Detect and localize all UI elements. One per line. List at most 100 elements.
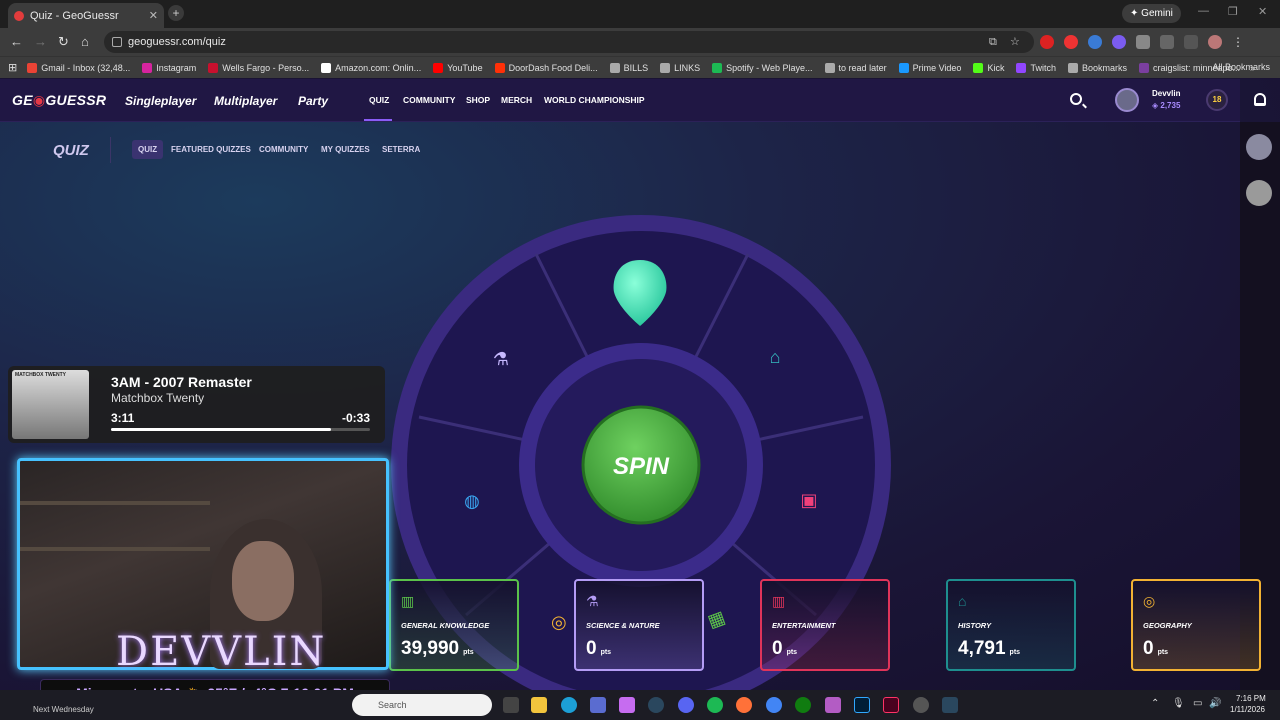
category-card-history[interactable]: ⌂ HISTORY 4,791 pts bbox=[946, 579, 1076, 671]
category-card-entertainment[interactable]: ▥ ENTERTAINMENT 0 pts bbox=[760, 579, 890, 671]
store-icon[interactable] bbox=[590, 697, 606, 713]
subnav-my-quizzes[interactable]: MY QUIZZES bbox=[321, 145, 370, 154]
forward-icon[interactable]: → bbox=[34, 34, 47, 49]
extension-icon[interactable] bbox=[1040, 35, 1054, 49]
bookmark-item[interactable]: Twitch bbox=[1016, 62, 1056, 73]
extension-icon[interactable] bbox=[1088, 35, 1102, 49]
subnav-community[interactable]: COMMUNITY bbox=[259, 145, 308, 154]
tray-chevron-icon[interactable]: ⌃ bbox=[1151, 698, 1159, 709]
extension-icon[interactable] bbox=[1064, 35, 1078, 49]
bookmark-item[interactable]: Kick bbox=[973, 62, 1004, 73]
install-icon[interactable]: ⧉ bbox=[989, 31, 997, 53]
username[interactable]: Devvlin bbox=[1152, 89, 1180, 98]
obs-icon[interactable] bbox=[913, 697, 929, 713]
level-badge[interactable]: 18 bbox=[1206, 89, 1228, 111]
bookmark-item[interactable]: Instagram bbox=[142, 62, 196, 73]
category-points: 0 pts bbox=[1143, 638, 1169, 659]
clock-date[interactable]: 1/11/2026 bbox=[1230, 705, 1265, 714]
home-icon[interactable]: ⌂ bbox=[81, 34, 89, 49]
reload-icon[interactable]: ↻ bbox=[58, 34, 69, 50]
extension-icon[interactable] bbox=[1112, 35, 1126, 49]
bookmark-label: Prime Video bbox=[912, 62, 962, 73]
search-icon[interactable] bbox=[1070, 93, 1082, 105]
profile-avatar-icon[interactable] bbox=[1208, 35, 1222, 49]
discord-icon[interactable] bbox=[678, 697, 694, 713]
nav-party[interactable]: Party bbox=[298, 94, 328, 108]
clock-time[interactable]: 7:16 PM bbox=[1236, 694, 1266, 703]
bookmark-star-icon[interactable]: ☆ bbox=[1010, 31, 1020, 53]
close-window-icon[interactable]: ✕ bbox=[1258, 5, 1267, 18]
browser-tab[interactable]: Quiz - GeoGuessr ✕ bbox=[8, 3, 164, 28]
bookmark-item[interactable]: Spotify - Web Playe... bbox=[712, 62, 813, 73]
bookmark-item[interactable]: LINKS bbox=[660, 62, 700, 73]
bookmark-list: Gmail - Inbox (32,48... Instagram Wells Fa… bbox=[27, 62, 1240, 73]
bookmark-item[interactable]: YouTube bbox=[433, 62, 483, 73]
media-control-icon[interactable] bbox=[1184, 35, 1198, 49]
bookmark-label: Twitch bbox=[1030, 62, 1056, 73]
subnav-seterra[interactable]: SETERRA bbox=[382, 145, 420, 154]
category-card-science-nature[interactable]: ⚗ SCIENCE & NATURE 0 pts bbox=[574, 579, 704, 671]
address-bar[interactable]: geoguessr.com/quiz ⧉ ☆ bbox=[104, 31, 1034, 53]
steam-icon[interactable] bbox=[942, 697, 958, 713]
bookmark-item[interactable]: Wells Fargo - Perso... bbox=[208, 62, 310, 73]
subnav-featured-quizzes[interactable]: FEATURED QUIZZES bbox=[171, 145, 251, 154]
new-tab-button[interactable]: + bbox=[168, 5, 184, 21]
nav-quiz[interactable]: QUIZ bbox=[369, 95, 389, 105]
copilot-icon[interactable] bbox=[619, 697, 635, 713]
notifications-bell-icon[interactable] bbox=[1254, 93, 1266, 106]
friend-avatar[interactable] bbox=[1246, 180, 1272, 206]
category-label: SCIENCE & NATURE bbox=[586, 621, 660, 630]
gemini-button[interactable]: ✦ Gemini bbox=[1122, 4, 1181, 23]
spotify-icon[interactable] bbox=[707, 697, 723, 713]
nav-multiplayer[interactable]: Multiplayer bbox=[214, 94, 277, 108]
bookmark-item[interactable]: to read later bbox=[824, 62, 887, 73]
minimize-icon[interactable]: — bbox=[1198, 5, 1209, 17]
subnav-quiz[interactable]: QUIZ bbox=[132, 140, 164, 159]
reading-list-icon[interactable] bbox=[1160, 35, 1174, 49]
nav-singleplayer[interactable]: Singleplayer bbox=[125, 94, 196, 108]
bookmark-label: Wells Fargo - Perso... bbox=[222, 62, 310, 73]
network-icon[interactable]: ▭ bbox=[1193, 698, 1202, 709]
firefox-icon[interactable] bbox=[736, 697, 752, 713]
bookmark-item[interactable]: Gmail - Inbox (32,48... bbox=[27, 62, 130, 73]
geoguessr-logo[interactable]: GE◉GUESSR bbox=[12, 92, 106, 109]
category-card-geography[interactable]: ◎ GEOGRAPHY 0 pts bbox=[1131, 579, 1261, 671]
steam-icon[interactable] bbox=[648, 697, 664, 713]
edge-icon[interactable] bbox=[561, 697, 577, 713]
bookmark-item[interactable]: Prime Video bbox=[898, 62, 962, 73]
friend-avatar[interactable] bbox=[1246, 134, 1272, 160]
taskbar-search[interactable]: Search bbox=[352, 694, 492, 716]
bookmark-item[interactable]: DoorDash Food Deli... bbox=[494, 62, 598, 73]
user-avatar[interactable] bbox=[1115, 88, 1139, 112]
all-bookmarks[interactable]: All Bookmarks bbox=[1212, 62, 1270, 72]
widget-text[interactable]: Next Wednesday bbox=[33, 705, 94, 714]
nav-community[interactable]: COMMUNITY bbox=[403, 95, 455, 105]
nav-world-championship[interactable]: WORLD CHAMPIONSHIP bbox=[544, 95, 645, 105]
bookmark-item[interactable]: Bookmarks bbox=[1067, 62, 1127, 73]
bookmark-item[interactable]: BILLS bbox=[609, 62, 648, 73]
indesign-icon[interactable] bbox=[883, 697, 899, 713]
file-explorer-icon[interactable] bbox=[531, 697, 547, 713]
microphone-icon[interactable]: 🎙 bbox=[1172, 698, 1185, 709]
chrome-icon[interactable] bbox=[766, 697, 782, 713]
bookmark-item[interactable]: Amazon.com: Onlin... bbox=[321, 62, 421, 73]
volume-icon[interactable]: 🔊 bbox=[1209, 698, 1221, 709]
nav-merch[interactable]: MERCH bbox=[501, 95, 532, 105]
close-tab-icon[interactable]: ✕ bbox=[149, 9, 158, 22]
app-icon[interactable] bbox=[825, 697, 841, 713]
books-icon: ▥ bbox=[401, 593, 415, 609]
album-art-label: MATCHBOX TWENTY bbox=[15, 372, 67, 378]
apps-grid-icon[interactable]: ⊞ bbox=[8, 61, 17, 74]
bookmark-favicon-icon bbox=[494, 62, 505, 73]
menu-kebab-icon[interactable]: ⋮ bbox=[1232, 35, 1246, 49]
back-icon[interactable]: ← bbox=[10, 34, 23, 49]
webcam-overlay: DEVVLIN bbox=[17, 458, 389, 675]
nav-shop[interactable]: SHOP bbox=[466, 95, 490, 105]
category-card-general-knowledge[interactable]: ▥ GENERAL KNOWLEDGE 39,990 pts bbox=[389, 579, 519, 671]
puzzle-icon[interactable] bbox=[1136, 35, 1150, 49]
maximize-icon[interactable]: ❐ bbox=[1228, 5, 1238, 18]
photoshop-icon[interactable] bbox=[854, 697, 870, 713]
task-view-icon[interactable] bbox=[503, 697, 519, 713]
site-info-icon[interactable] bbox=[112, 37, 122, 47]
xbox-icon[interactable] bbox=[795, 697, 811, 713]
